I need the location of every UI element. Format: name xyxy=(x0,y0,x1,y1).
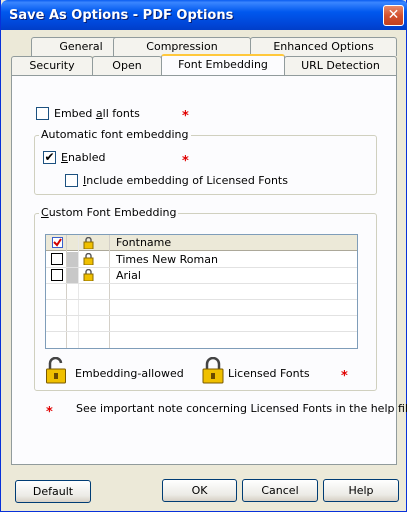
default-button[interactable]: Default xyxy=(15,480,91,503)
enabled-label[interactable]: Enabled xyxy=(61,151,105,164)
font-name-cell: Times New Roman xyxy=(116,253,218,266)
font-embed-checkbox[interactable] xyxy=(51,253,63,265)
font-embedding-panel: Embed all fonts * Automatic font embeddi… xyxy=(11,75,407,465)
tab-font-embedding[interactable]: Font Embedding xyxy=(161,54,285,75)
unlocked-icon xyxy=(45,356,67,387)
header-checkbox-icon[interactable] xyxy=(52,237,63,248)
enabled-checkbox[interactable]: ✔ xyxy=(43,150,56,164)
automatic-group-title: Automatic font embedding xyxy=(39,128,191,141)
font-list-grid[interactable]: Fontname Times New Roman Arial xyxy=(45,234,358,349)
lock-icon xyxy=(201,356,225,387)
dialog-window: Save As Options - PDF Options ✕ General … xyxy=(0,0,407,512)
note-star: * xyxy=(46,405,53,420)
required-star: * xyxy=(182,109,189,124)
help-button[interactable]: Help xyxy=(323,479,399,502)
licensed-fonts-label: Licensed Fonts xyxy=(228,367,310,380)
close-button[interactable]: ✕ xyxy=(383,5,404,26)
automatic-font-embedding-group: Automatic font embedding ✔ Enabled * Inc… xyxy=(34,128,377,195)
grid-header: Fontname xyxy=(46,235,357,251)
tab-open[interactable]: Open xyxy=(92,56,162,75)
fontname-column-header[interactable]: Fontname xyxy=(116,236,171,249)
include-licensed-fonts-label[interactable]: Include embedding of Licensed Fonts xyxy=(83,174,288,187)
required-star: * xyxy=(341,369,348,384)
embed-all-fonts-checkbox[interactable] xyxy=(36,107,49,120)
tab-security[interactable]: Security xyxy=(11,56,93,75)
required-star: * xyxy=(182,154,189,169)
tab-url-detection[interactable]: URL Detection xyxy=(284,56,397,75)
header-lock-icon xyxy=(83,236,94,252)
font-name-cell: Arial xyxy=(116,269,141,282)
include-licensed-fonts-checkbox[interactable] xyxy=(65,174,78,187)
table-row[interactable]: Arial xyxy=(46,268,357,283)
table-row[interactable]: Times New Roman xyxy=(46,252,357,267)
checkmark-icon: ✔ xyxy=(44,150,55,164)
lock-icon xyxy=(83,268,94,284)
window-title: Save As Options - PDF Options xyxy=(9,8,234,23)
embed-all-fonts-label[interactable]: Embed all fonts xyxy=(54,107,140,120)
custom-group-title: Custom Font Embedding xyxy=(39,206,179,219)
lock-icon xyxy=(83,252,94,268)
embedding-allowed-label: Embedding-allowed xyxy=(75,367,184,380)
ok-button[interactable]: OK xyxy=(162,479,237,502)
cancel-button[interactable]: Cancel xyxy=(242,479,318,502)
title-bar[interactable]: Save As Options - PDF Options ✕ xyxy=(1,0,407,30)
close-icon[interactable]: ✕ xyxy=(388,7,400,23)
custom-font-embedding-group: Custom Font Embedding Fontname Times New… xyxy=(34,206,377,391)
licensed-fonts-note: See important note concerning Licensed F… xyxy=(76,402,407,415)
tab-strip: General Compression Enhanced Options Sec… xyxy=(11,37,397,77)
font-embed-checkbox[interactable] xyxy=(51,269,63,281)
